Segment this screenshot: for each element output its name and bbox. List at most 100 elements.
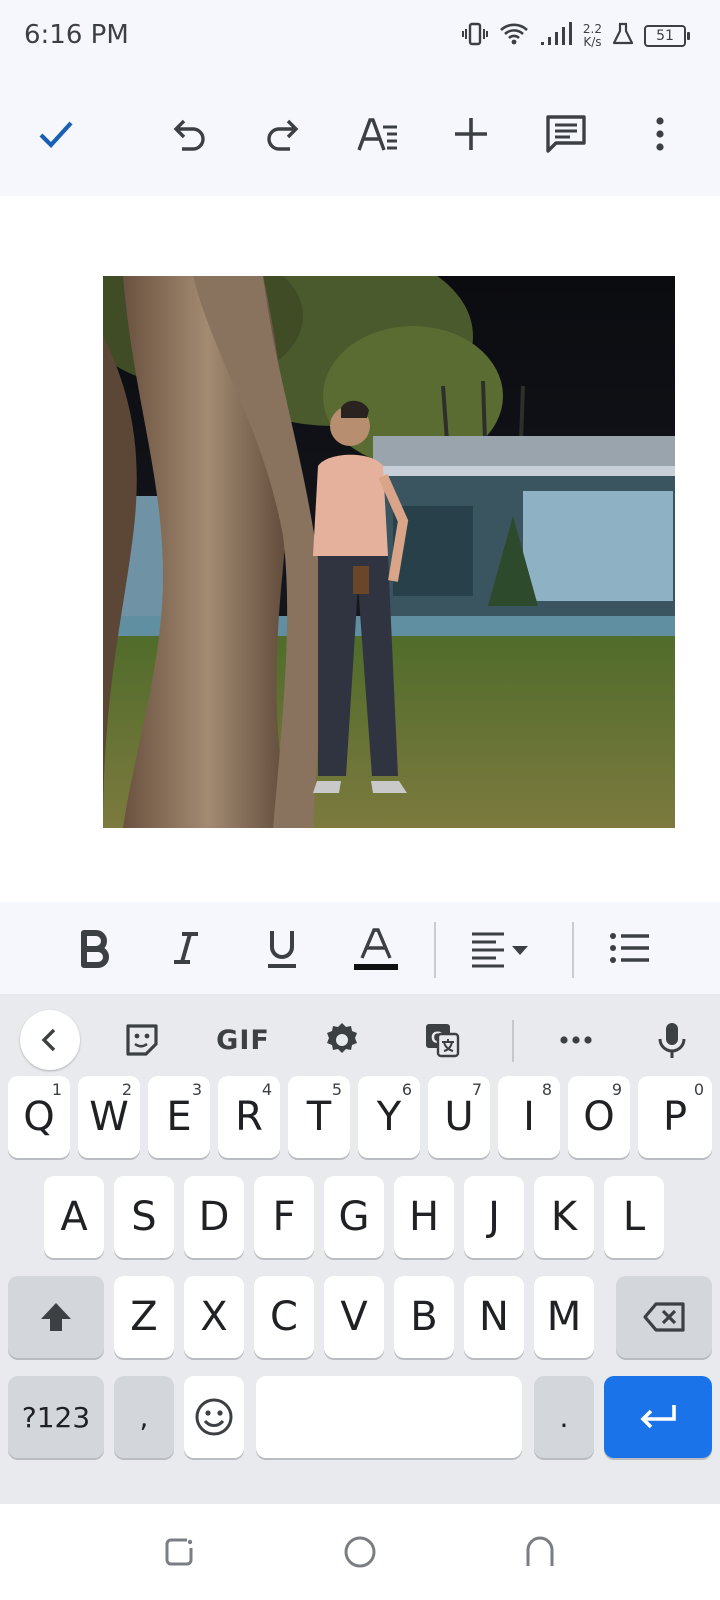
more-horiz-icon[interactable] <box>546 1010 606 1070</box>
key-a[interactable]: A <box>44 1176 104 1258</box>
key-o[interactable]: O9 <box>568 1076 630 1158</box>
format-toolbar <box>0 902 720 994</box>
keyboard-toolbar: GIF G <box>0 994 720 1086</box>
shift-key[interactable] <box>8 1276 104 1358</box>
docs-editor-screen: 6:16 PM 2.2 K/s 51 GIF Q 1 W 2 E 3 R 4 T… <box>0 0 720 1600</box>
sticker-icon[interactable] <box>112 1010 172 1070</box>
key-c[interactable]: C <box>254 1276 314 1358</box>
comment-icon[interactable] <box>536 104 596 164</box>
space-key[interactable] <box>256 1376 522 1458</box>
italic-icon[interactable] <box>156 918 216 978</box>
beaker-icon <box>612 22 634 51</box>
settings-icon[interactable] <box>312 1010 372 1070</box>
key-t[interactable]: T5 <box>288 1076 350 1158</box>
text-format-icon[interactable] <box>348 104 408 164</box>
status-bar: 6:16 PM 2.2 K/s 51 <box>0 0 720 74</box>
emoji-icon <box>195 1398 233 1436</box>
key-label: E <box>166 1094 192 1140</box>
gif-icon[interactable]: GIF <box>206 1010 280 1070</box>
key-hint: 3 <box>191 1080 202 1099</box>
comma-key[interactable]: , <box>114 1376 174 1458</box>
translate-icon[interactable]: G <box>412 1010 472 1070</box>
key-v[interactable]: V <box>324 1276 384 1358</box>
symbols-key[interactable]: ?123 <box>8 1376 104 1458</box>
gif-label: GIF <box>216 1024 270 1056</box>
system-nav-bar <box>0 1504 720 1600</box>
key-y[interactable]: Y6 <box>358 1076 420 1158</box>
key-g[interactable]: G <box>324 1176 384 1258</box>
key-label: Y <box>376 1094 402 1140</box>
net-speed-unit: K/s <box>583 35 602 49</box>
insert-icon[interactable] <box>441 104 501 164</box>
key-l[interactable]: L <box>604 1176 664 1258</box>
vibrate-icon <box>461 20 489 53</box>
emoji-key[interactable] <box>184 1376 244 1458</box>
recents-icon[interactable] <box>152 1524 208 1580</box>
key-i[interactable]: I8 <box>498 1076 560 1158</box>
check-icon[interactable] <box>26 104 86 164</box>
key-s[interactable]: S <box>114 1176 174 1258</box>
format-separator <box>572 922 574 978</box>
back-icon[interactable] <box>512 1524 568 1580</box>
key-x[interactable]: X <box>184 1276 244 1358</box>
key-n[interactable]: N <box>464 1276 524 1358</box>
key-label: R <box>235 1094 263 1140</box>
underline-icon[interactable] <box>252 918 312 978</box>
key-r[interactable]: R4 <box>218 1076 280 1158</box>
key-h[interactable]: H <box>394 1176 454 1258</box>
key-label: O <box>583 1094 615 1140</box>
key-label: W <box>89 1094 129 1140</box>
key-u[interactable]: U7 <box>428 1076 490 1158</box>
signal-icon <box>539 21 573 52</box>
enter-key[interactable] <box>604 1376 712 1458</box>
status-icons: 2.2 K/s 51 <box>461 18 690 54</box>
document-canvas[interactable] <box>0 196 720 902</box>
key-hint: 8 <box>541 1080 552 1099</box>
battery-icon: 51 <box>644 25 690 47</box>
key-k[interactable]: K <box>534 1176 594 1258</box>
keyboard: GIF G Q1 W2 E3 R4 T5 Y6 U7 I8 O9 P0 <box>0 994 720 1504</box>
shift-icon <box>41 1303 71 1331</box>
net-speed: 2.2 K/s <box>583 23 602 49</box>
undo-icon[interactable] <box>160 104 220 164</box>
key-p[interactable]: P0 <box>638 1076 712 1158</box>
align-dropdown-icon[interactable] <box>466 918 538 978</box>
key-b[interactable]: B <box>394 1276 454 1358</box>
redo-icon[interactable] <box>252 104 312 164</box>
backspace-key[interactable] <box>616 1276 712 1358</box>
status-time: 6:16 PM <box>24 20 129 50</box>
key-d[interactable]: D <box>184 1176 244 1258</box>
key-hint: 4 <box>261 1080 272 1099</box>
bold-icon[interactable] <box>64 918 124 978</box>
key-m[interactable]: M <box>534 1276 594 1358</box>
bullet-list-icon[interactable] <box>600 918 660 978</box>
key-hint: 5 <box>331 1080 342 1099</box>
key-hint: 7 <box>471 1080 482 1099</box>
key-q[interactable]: Q1 <box>8 1076 70 1158</box>
key-j[interactable]: J <box>464 1176 524 1258</box>
key-f[interactable]: F <box>254 1176 314 1258</box>
key-z[interactable]: Z <box>114 1276 174 1358</box>
key-label: P <box>662 1094 688 1140</box>
format-separator <box>434 922 436 978</box>
key-hint: 6 <box>401 1080 412 1099</box>
wifi-icon <box>499 21 529 52</box>
period-key[interactable]: . <box>534 1376 594 1458</box>
keyboard-toolbar-separator <box>512 1020 514 1062</box>
key-label: I <box>523 1094 535 1140</box>
key-hint: 0 <box>693 1080 704 1099</box>
key-w[interactable]: W2 <box>78 1076 140 1158</box>
document-image[interactable] <box>103 276 675 828</box>
key-hint: 1 <box>51 1080 62 1099</box>
more-vert-icon[interactable] <box>630 104 690 164</box>
home-icon[interactable] <box>332 1524 388 1580</box>
microphone-icon[interactable] <box>642 1010 702 1070</box>
key-label: U <box>444 1094 474 1140</box>
back-chevron-icon[interactable] <box>20 1010 80 1070</box>
document-image-drawing <box>103 276 675 828</box>
key-e[interactable]: E3 <box>148 1076 210 1158</box>
enter-icon <box>640 1405 676 1429</box>
key-label: Q <box>23 1094 55 1140</box>
editor-toolbar <box>0 74 720 196</box>
text-color-icon[interactable] <box>346 918 406 978</box>
